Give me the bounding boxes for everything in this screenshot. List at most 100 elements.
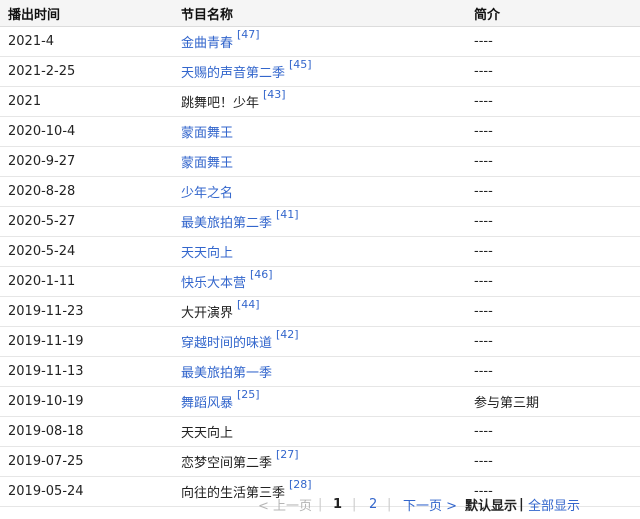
- row-date: 2019-10-19: [8, 394, 84, 409]
- program-link[interactable]: 最美旅拍第二季: [181, 212, 272, 231]
- row-desc: ----: [474, 364, 493, 379]
- default-view-option: 默认显示: [465, 499, 518, 514]
- row-desc: ----: [474, 244, 493, 259]
- reference-link[interactable]: [42]: [276, 328, 299, 341]
- table-row: 2020-5-24 天天向上 ----: [0, 237, 640, 267]
- row-desc: ----: [474, 304, 493, 319]
- program-link[interactable]: 蒙面舞王: [181, 122, 233, 141]
- row-program-cell: 天赐的声音第二季 [45]: [181, 57, 312, 86]
- row-program-cell: 天天向上: [181, 417, 233, 446]
- table-row: 2020-10-4 蒙面舞王 ----: [0, 117, 640, 147]
- pager-separator: |: [352, 497, 357, 512]
- header-desc: 简介: [474, 7, 501, 23]
- row-desc: ----: [474, 214, 493, 229]
- next-page-link[interactable]: 下一页 >: [403, 495, 457, 514]
- row-date: 2019-07-25: [8, 454, 84, 469]
- table-row: 2019-10-19 舞蹈风暴 [25] 参与第三期: [0, 387, 640, 417]
- reference-link[interactable]: [25]: [237, 388, 260, 401]
- program-link[interactable]: 穿越时间的味道: [181, 332, 272, 351]
- row-program-cell: 蒙面舞王: [181, 147, 233, 176]
- table-row: 2019-11-23 大开演界 [44] ----: [0, 297, 640, 327]
- program-link[interactable]: 蒙面舞王: [181, 152, 233, 171]
- row-desc: ----: [474, 94, 493, 109]
- table-row: 2020-8-28 少年之名 ----: [0, 177, 640, 207]
- row-date: 2019-11-23: [8, 304, 84, 319]
- program-link[interactable]: 最美旅拍第一季: [181, 362, 272, 381]
- reference-link[interactable]: [47]: [237, 28, 260, 41]
- row-date: 2021: [8, 94, 42, 109]
- pagination: < 上一页 | 1 | 2 | 下一页 > 默认显示 | 全部显示: [0, 490, 640, 519]
- row-desc: 参与第三期: [474, 396, 540, 411]
- row-date: 2019-11-19: [8, 334, 84, 349]
- row-program-cell: 跳舞吧！少年 [43]: [181, 87, 286, 116]
- row-program-cell: 最美旅拍第二季 [41]: [181, 207, 299, 236]
- table-row: 2020-9-27 蒙面舞王 ----: [0, 147, 640, 177]
- program-name: 恋梦空间第二季: [181, 456, 273, 471]
- table-header: 播出时间 节目名称 简介: [0, 0, 640, 27]
- table-row: 2019-07-25 恋梦空间第二季 [27] ----: [0, 447, 640, 477]
- table-row: 2019-08-18 天天向上 ----: [0, 417, 640, 447]
- row-desc: ----: [474, 154, 493, 169]
- row-program-cell: 快乐大本营 [46]: [181, 267, 273, 296]
- row-desc: ----: [474, 424, 493, 439]
- reference-link[interactable]: [41]: [276, 208, 299, 221]
- row-program-cell: 金曲青春 [47]: [181, 27, 260, 56]
- reference-link[interactable]: [46]: [250, 268, 273, 281]
- reference-link[interactable]: [44]: [237, 298, 260, 311]
- header-program: 节目名称: [181, 7, 234, 23]
- table-row: 2019-11-13 最美旅拍第一季 ----: [0, 357, 640, 387]
- reference-link[interactable]: [43]: [263, 88, 286, 101]
- table-row: 2021 跳舞吧！少年 [43] ----: [0, 87, 640, 117]
- table-row: 2020-5-27 最美旅拍第二季 [41] ----: [0, 207, 640, 237]
- program-link[interactable]: 舞蹈风暴: [181, 392, 233, 411]
- row-desc: ----: [474, 184, 493, 199]
- page-2-link[interactable]: 2: [369, 497, 377, 512]
- row-desc: ----: [474, 124, 493, 139]
- row-date: 2020-1-11: [8, 274, 76, 289]
- row-desc: ----: [474, 64, 493, 79]
- row-date: 2020-10-4: [8, 124, 76, 139]
- show-all-link[interactable]: 全部显示: [528, 495, 580, 514]
- program-link[interactable]: 天天向上: [181, 242, 233, 261]
- table-row: 2020-1-11 快乐大本营 [46] ----: [0, 267, 640, 297]
- pager-separator: |: [387, 497, 392, 512]
- program-link[interactable]: 天赐的声音第二季: [181, 62, 285, 81]
- program-name: 大开演界: [181, 306, 234, 321]
- page-1-current: 1: [333, 497, 343, 512]
- row-desc: ----: [474, 334, 493, 349]
- row-program-cell: 天天向上: [181, 237, 233, 266]
- row-program-cell: 穿越时间的味道 [42]: [181, 327, 299, 356]
- row-date: 2019-11-13: [8, 364, 84, 379]
- row-program-cell: 最美旅拍第一季: [181, 357, 272, 386]
- row-desc: ----: [474, 34, 493, 49]
- header-date: 播出时间: [8, 7, 61, 23]
- row-program-cell: 少年之名: [181, 177, 233, 206]
- table-row: 2021-4 金曲青春 [47] ----: [0, 27, 640, 57]
- row-desc: ----: [474, 274, 493, 289]
- row-program-cell: 蒙面舞王: [181, 117, 233, 146]
- program-link[interactable]: 少年之名: [181, 182, 233, 201]
- reference-link[interactable]: [45]: [289, 58, 312, 71]
- program-link[interactable]: 金曲青春: [181, 32, 233, 51]
- row-program-cell: 恋梦空间第二季 [27]: [181, 447, 299, 476]
- row-date: 2020-5-24: [8, 244, 76, 259]
- table-row: 2021-2-25 天赐的声音第二季 [45] ----: [0, 57, 640, 87]
- table-row: 2019-11-19 穿越时间的味道 [42] ----: [0, 327, 640, 357]
- program-name: 天天向上: [181, 426, 234, 441]
- row-desc: ----: [474, 454, 493, 469]
- program-name: 跳舞吧！少年: [181, 96, 260, 111]
- prev-page-link: < 上一页: [258, 499, 313, 514]
- reference-link[interactable]: [27]: [276, 448, 299, 461]
- program-link[interactable]: 快乐大本营: [181, 272, 246, 291]
- row-date: 2021-4: [8, 34, 55, 49]
- view-separator: |: [519, 497, 524, 512]
- row-date: 2019-08-18: [8, 424, 84, 439]
- row-program-cell: 大开演界 [44]: [181, 297, 260, 326]
- row-date: 2020-5-27: [8, 214, 76, 229]
- row-date: 2020-8-28: [8, 184, 76, 199]
- table-body: 2021-4 金曲青春 [47] ---- 2021-2-25 天赐的声音第二季 [45] -…: [0, 27, 640, 507]
- program-table: 播出时间 节目名称 简介 2021-4 金曲青春 [47] ---- 2021-2-25…: [0, 0, 640, 507]
- row-date: 2021-2-25: [8, 64, 76, 79]
- row-program-cell: 舞蹈风暴 [25]: [181, 387, 260, 416]
- row-date: 2020-9-27: [8, 154, 76, 169]
